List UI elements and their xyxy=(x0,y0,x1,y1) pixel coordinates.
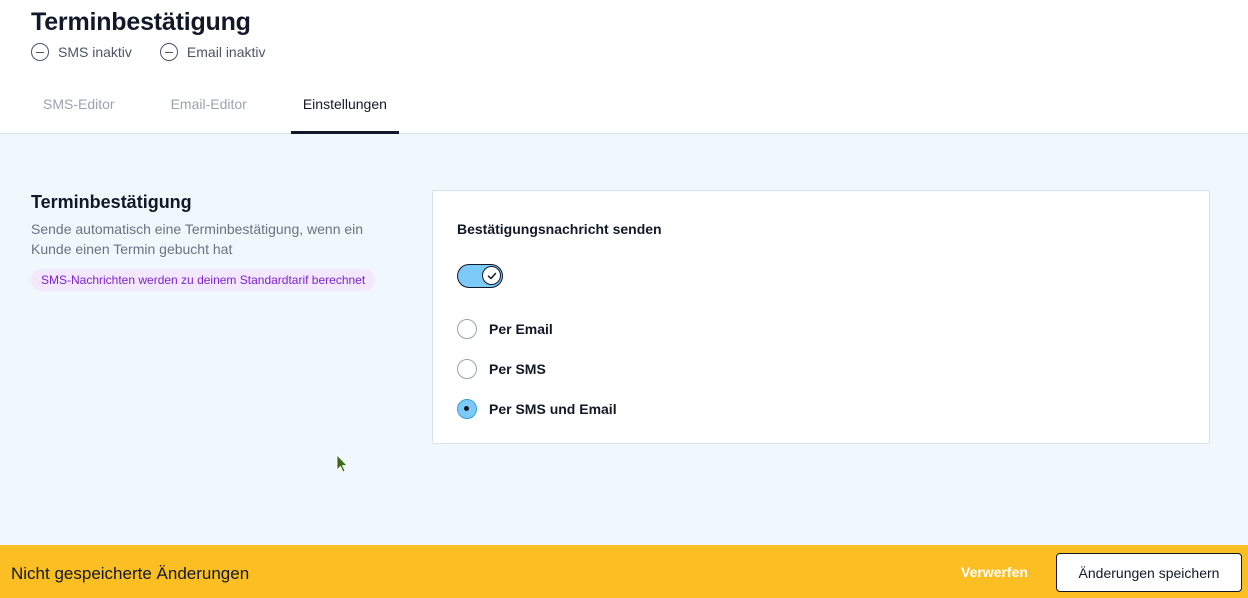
section-description: Sende automatisch eine Terminbestätigung… xyxy=(31,221,364,257)
mouse-cursor-icon xyxy=(336,454,348,473)
page-title: Terminbestätigung xyxy=(31,8,251,36)
section-title: Terminbestätigung xyxy=(31,192,192,212)
radio-option-sms[interactable]: Per SMS xyxy=(457,359,546,379)
tab-bar: SMS-Editor Email-Editor Einstellungen xyxy=(31,74,431,134)
send-confirmation-toggle[interactable] xyxy=(457,264,503,288)
minus-circle-icon xyxy=(31,43,49,61)
unsaved-changes-message: Nicht gespeicherte Änderungen xyxy=(11,564,250,583)
radio-label: Per SMS und Email xyxy=(489,401,617,417)
minus-circle-icon xyxy=(159,43,178,61)
sms-status-label: SMS inaktiv xyxy=(58,44,132,60)
toggle-knob xyxy=(482,266,501,285)
sms-status: SMS inaktiv xyxy=(31,43,132,61)
email-status-label: Email inaktiv xyxy=(186,44,266,60)
card-title: Bestätigungsnachricht senden xyxy=(457,221,662,237)
sms-cost-badge: SMS-Nachrichten werden zu deinem Standar… xyxy=(31,269,376,291)
status-row: SMS inaktiv Email inaktiv xyxy=(31,43,294,61)
unsaved-changes-bar: Nicht gespeicherte Änderungen Verwerfen … xyxy=(0,545,1248,598)
tab-sms-editor[interactable]: SMS-Editor xyxy=(31,74,127,134)
radio-option-sms-email[interactable]: Per SMS und Email xyxy=(457,399,617,419)
page-header: Terminbestätigung SMS inaktiv Email inak… xyxy=(0,0,1248,134)
settings-content: Terminbestätigung Sende automatisch eine… xyxy=(0,134,1248,545)
save-changes-button[interactable]: Änderungen speichern xyxy=(1056,553,1242,592)
tab-einstellungen[interactable]: Einstellungen xyxy=(290,74,399,134)
radio-button[interactable] xyxy=(457,319,477,339)
radio-button-checked[interactable] xyxy=(457,399,477,419)
email-status: Email inaktiv xyxy=(159,43,266,61)
tab-email-editor[interactable]: Email-Editor xyxy=(159,74,259,134)
check-icon xyxy=(487,272,496,279)
radio-label: Per SMS xyxy=(489,361,546,377)
settings-card: Bestätigungsnachricht senden Per Email P… xyxy=(432,190,1210,444)
radio-option-email[interactable]: Per Email xyxy=(457,319,553,339)
radio-button[interactable] xyxy=(457,359,477,379)
radio-label: Per Email xyxy=(489,321,553,337)
discard-button[interactable]: Verwerfen xyxy=(949,559,1040,585)
